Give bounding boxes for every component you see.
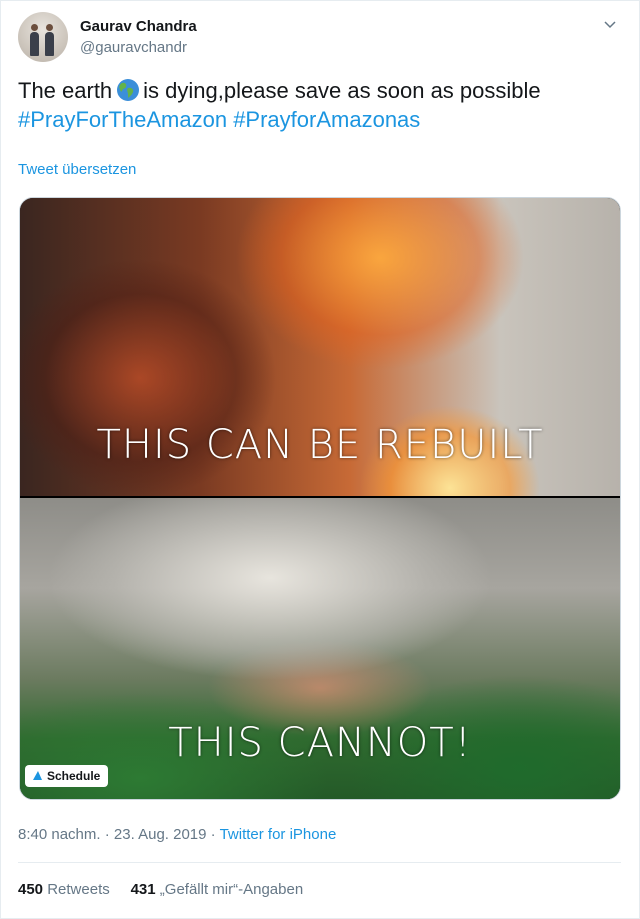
amazon-fire-image[interactable]: THIS CANNOT! [20,498,620,799]
tweet-text-part: is dying,please save as soon as possible [143,78,541,103]
retweets-count: 450 [18,881,44,898]
hashtags-link[interactable]: #PrayForTheAmazon #PrayforAmazonas [18,107,420,132]
tweet-stats: 450 Retweets 431 „Gefällt mir“-Angaben [18,881,303,898]
tweet-header: Gaurav Chandra @gauravchandr [18,12,622,64]
tweet-meta: 8:40 nachm. · 23. Aug. 2019 · Twitter fo… [18,826,336,843]
tweet-source-link[interactable]: Twitter for iPhone [220,826,337,843]
chevron-down-icon[interactable] [602,16,618,32]
tweet-media[interactable]: THIS CAN BE REBUILT THIS CANNOT! Schedul… [19,197,621,800]
likes-stat[interactable]: 431 „Gefällt mir“-Angaben [131,881,304,898]
avatar-figure [30,24,39,56]
tweet-time[interactable]: 8:40 nachm. [18,826,101,843]
avatar[interactable] [18,12,68,62]
translate-tweet-link[interactable]: Tweet übersetzen [18,161,136,178]
likes-label: „Gefällt mir“-Angaben [159,881,304,898]
image-caption-top: THIS CAN BE REBUILT [96,422,544,468]
author-name[interactable]: Gaurav Chandra [80,18,197,35]
image-caption-bottom: THIS CANNOT! [168,720,472,766]
meta-separator: · [104,826,110,843]
tweet-date[interactable]: 23. Aug. 2019 [114,826,207,843]
retweets-stat[interactable]: 450 Retweets [18,881,110,898]
avatar-figure [45,24,54,56]
schedule-label: Schedule [47,769,101,783]
schedule-icon [33,771,42,780]
tweet-text-part: The earth [18,78,113,103]
likes-count: 431 [130,881,156,898]
schedule-badge[interactable]: Schedule [25,765,109,787]
author-handle[interactable]: @gauravchandr [80,39,187,56]
retweets-label: Retweets [47,881,110,898]
earth-globe-icon [117,79,140,101]
cathedral-fire-image[interactable]: THIS CAN BE REBUILT [20,198,620,496]
meta-separator: · [210,826,216,843]
divider [18,862,621,863]
tweet-text: The earth is dying,please save as soon a… [18,76,618,134]
